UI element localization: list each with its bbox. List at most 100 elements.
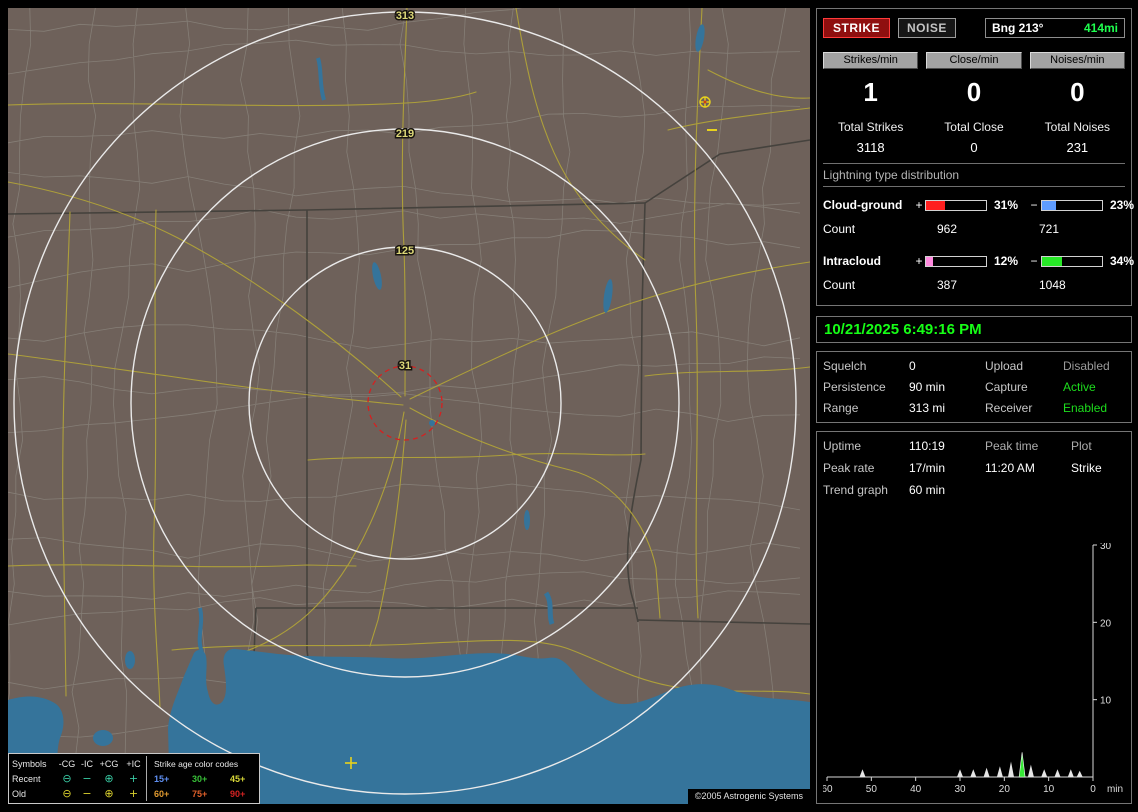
svg-text:40: 40 (910, 784, 922, 795)
current-datetime: 10/21/2025 6:49:16 PM (824, 321, 982, 338)
copyright-notice: ©2005 Astrogenic Systems (688, 789, 810, 804)
legend-type-neg-ic: -IC (77, 759, 97, 769)
squelch-value: 0 (909, 359, 985, 373)
bearing-distance: 414mi (1084, 21, 1118, 35)
trend-window-value: 60 min (909, 483, 985, 497)
svg-text:30: 30 (954, 784, 966, 795)
ic-positive-pct: 12% (989, 254, 1027, 268)
cloud-ground-label: Cloud-ground (823, 198, 913, 212)
legend-recent-row: Recent ⊖ − ⊕ + 15+ 30+ 45+ (12, 771, 256, 786)
old-pos-ic-symbol: + (121, 788, 146, 799)
noises-per-min-header: Noises/min (1030, 52, 1125, 69)
close-per-min-value: 0 (926, 77, 1021, 108)
map-legend: Symbols -CG -IC +CG +IC Strike age color… (8, 753, 260, 804)
svg-text:60: 60 (823, 784, 833, 795)
settings-box: Squelch 0 Upload Disabled Persistence 90… (816, 351, 1132, 423)
stats-box: STRIKE NOISE Bng 213° 414mi Strikes/min … (816, 8, 1132, 306)
capture-status: Active (1063, 380, 1125, 394)
age-75: 75+ (192, 789, 230, 799)
detection-indicator-row: STRIKE NOISE Bng 213° 414mi (823, 18, 1125, 38)
legend-header-row: Symbols -CG -IC +CG +IC Strike age color… (12, 756, 256, 771)
noise-indicator-button[interactable]: NOISE (898, 18, 956, 38)
plus-sign: + (913, 198, 925, 212)
cg-positive-pct: 31% (989, 198, 1027, 212)
peak-rate-label: Peak rate (823, 461, 909, 475)
trend-graph: 6050403020100min102030 (823, 543, 1125, 799)
cg-negative-bar (1041, 200, 1103, 211)
trend-graph-label: Trend graph (823, 483, 909, 497)
age-60: 60+ (154, 789, 192, 799)
recent-neg-cg-symbol: ⊖ (57, 773, 77, 784)
minus-sign: − (1027, 198, 1041, 212)
ic-positive-count: 387 (913, 278, 1029, 292)
close-per-min-column: Close/min 0 Total Close 0 (926, 52, 1021, 155)
ic-negative-count: 1048 (1029, 278, 1125, 292)
bearing-value: Bng 213° (992, 21, 1043, 35)
cloud-ground-count-row: Count 962 721 (823, 217, 1125, 241)
cg-positive-count: 962 (913, 222, 1029, 236)
squelch-label: Squelch (823, 359, 909, 373)
distribution-title: Lightning type distribution (823, 164, 1125, 186)
bearing-readout: Bng 213° 414mi (985, 18, 1125, 38)
total-noises-label: Total Noises (1030, 120, 1125, 134)
range-label: Range (823, 401, 909, 415)
range-value: 313 mi (909, 401, 985, 415)
peak-time-header: Peak time (985, 439, 1071, 453)
legend-old-label: Old (12, 789, 57, 799)
noises-per-min-value: 0 (1030, 77, 1125, 108)
close-per-min-header: Close/min (926, 52, 1021, 69)
ring-label-219: 219 (396, 128, 414, 140)
upload-status: Disabled (1063, 359, 1125, 373)
persistence-value: 90 min (909, 380, 985, 394)
cg-negative-pct: 23% (1105, 198, 1134, 212)
rate-columns: Strikes/min 1 Total Strikes 3118 Close/m… (823, 52, 1125, 155)
capture-label: Capture (985, 380, 1063, 394)
recent-pos-ic-symbol: + (121, 773, 146, 784)
strikes-per-min-header: Strikes/min (823, 52, 918, 69)
nexstorm-app-window: 313 219 125 31 Symbols -CG -IC +CG +IC S… (0, 0, 1138, 812)
right-panel: STRIKE NOISE Bng 213° 414mi Strikes/min … (816, 8, 1132, 804)
ic-negative-pct: 34% (1105, 254, 1134, 268)
total-noises-value: 231 (1030, 140, 1125, 155)
noises-per-min-column: Noises/min 0 Total Noises 231 (1030, 52, 1125, 155)
legend-old-row: Old ⊖ − ⊕ + 60+ 75+ 90+ (12, 786, 256, 801)
persistence-label: Persistence (823, 380, 909, 394)
old-neg-ic-symbol: − (77, 788, 97, 799)
intracloud-label: Intracloud (823, 254, 913, 268)
svg-text:30: 30 (1100, 543, 1112, 552)
total-close-label: Total Close (926, 120, 1021, 134)
svg-text:0: 0 (1090, 784, 1096, 795)
legend-type-pos-ic: +IC (121, 759, 146, 769)
plot-header: Plot (1071, 439, 1125, 453)
age-15: 15+ (154, 774, 192, 784)
old-neg-cg-symbol: ⊖ (57, 788, 77, 799)
divider (823, 186, 1125, 187)
ring-label-125: 125 (396, 245, 414, 257)
minus-sign: − (1027, 254, 1041, 268)
old-pos-cg-symbol: ⊕ (97, 788, 121, 799)
uptime-label: Uptime (823, 439, 909, 453)
legend-divider (146, 756, 154, 771)
cg-negative-count: 721 (1029, 222, 1125, 236)
ring-label-313: 313 (396, 10, 414, 22)
peak-rate-value: 17/min (909, 461, 985, 475)
svg-text:10: 10 (1100, 696, 1112, 707)
legend-symbols-header: Symbols (12, 759, 57, 769)
total-strikes-value: 3118 (823, 140, 918, 155)
plus-sign: + (913, 254, 925, 268)
settings-grid: Squelch 0 Upload Disabled Persistence 90… (823, 359, 1125, 415)
age-90: 90+ (230, 789, 264, 799)
intracloud-count-row: Count 387 1048 (823, 273, 1125, 297)
age-30: 30+ (192, 774, 230, 784)
svg-text:10: 10 (1043, 784, 1055, 795)
strike-indicator-button[interactable]: STRIKE (823, 18, 890, 38)
svg-text:20: 20 (999, 784, 1011, 795)
svg-text:min: min (1107, 784, 1123, 795)
datetime-box: 10/21/2025 6:49:16 PM (816, 316, 1132, 343)
ring-label-31: 31 (399, 360, 411, 372)
cloud-ground-row: Cloud-ground + 31% − 23% (823, 193, 1125, 217)
legend-type-neg-cg: -CG (57, 759, 77, 769)
total-close-value: 0 (926, 140, 1021, 155)
intracloud-row: Intracloud + 12% − 34% (823, 249, 1125, 273)
recent-pos-cg-symbol: ⊕ (97, 773, 121, 784)
